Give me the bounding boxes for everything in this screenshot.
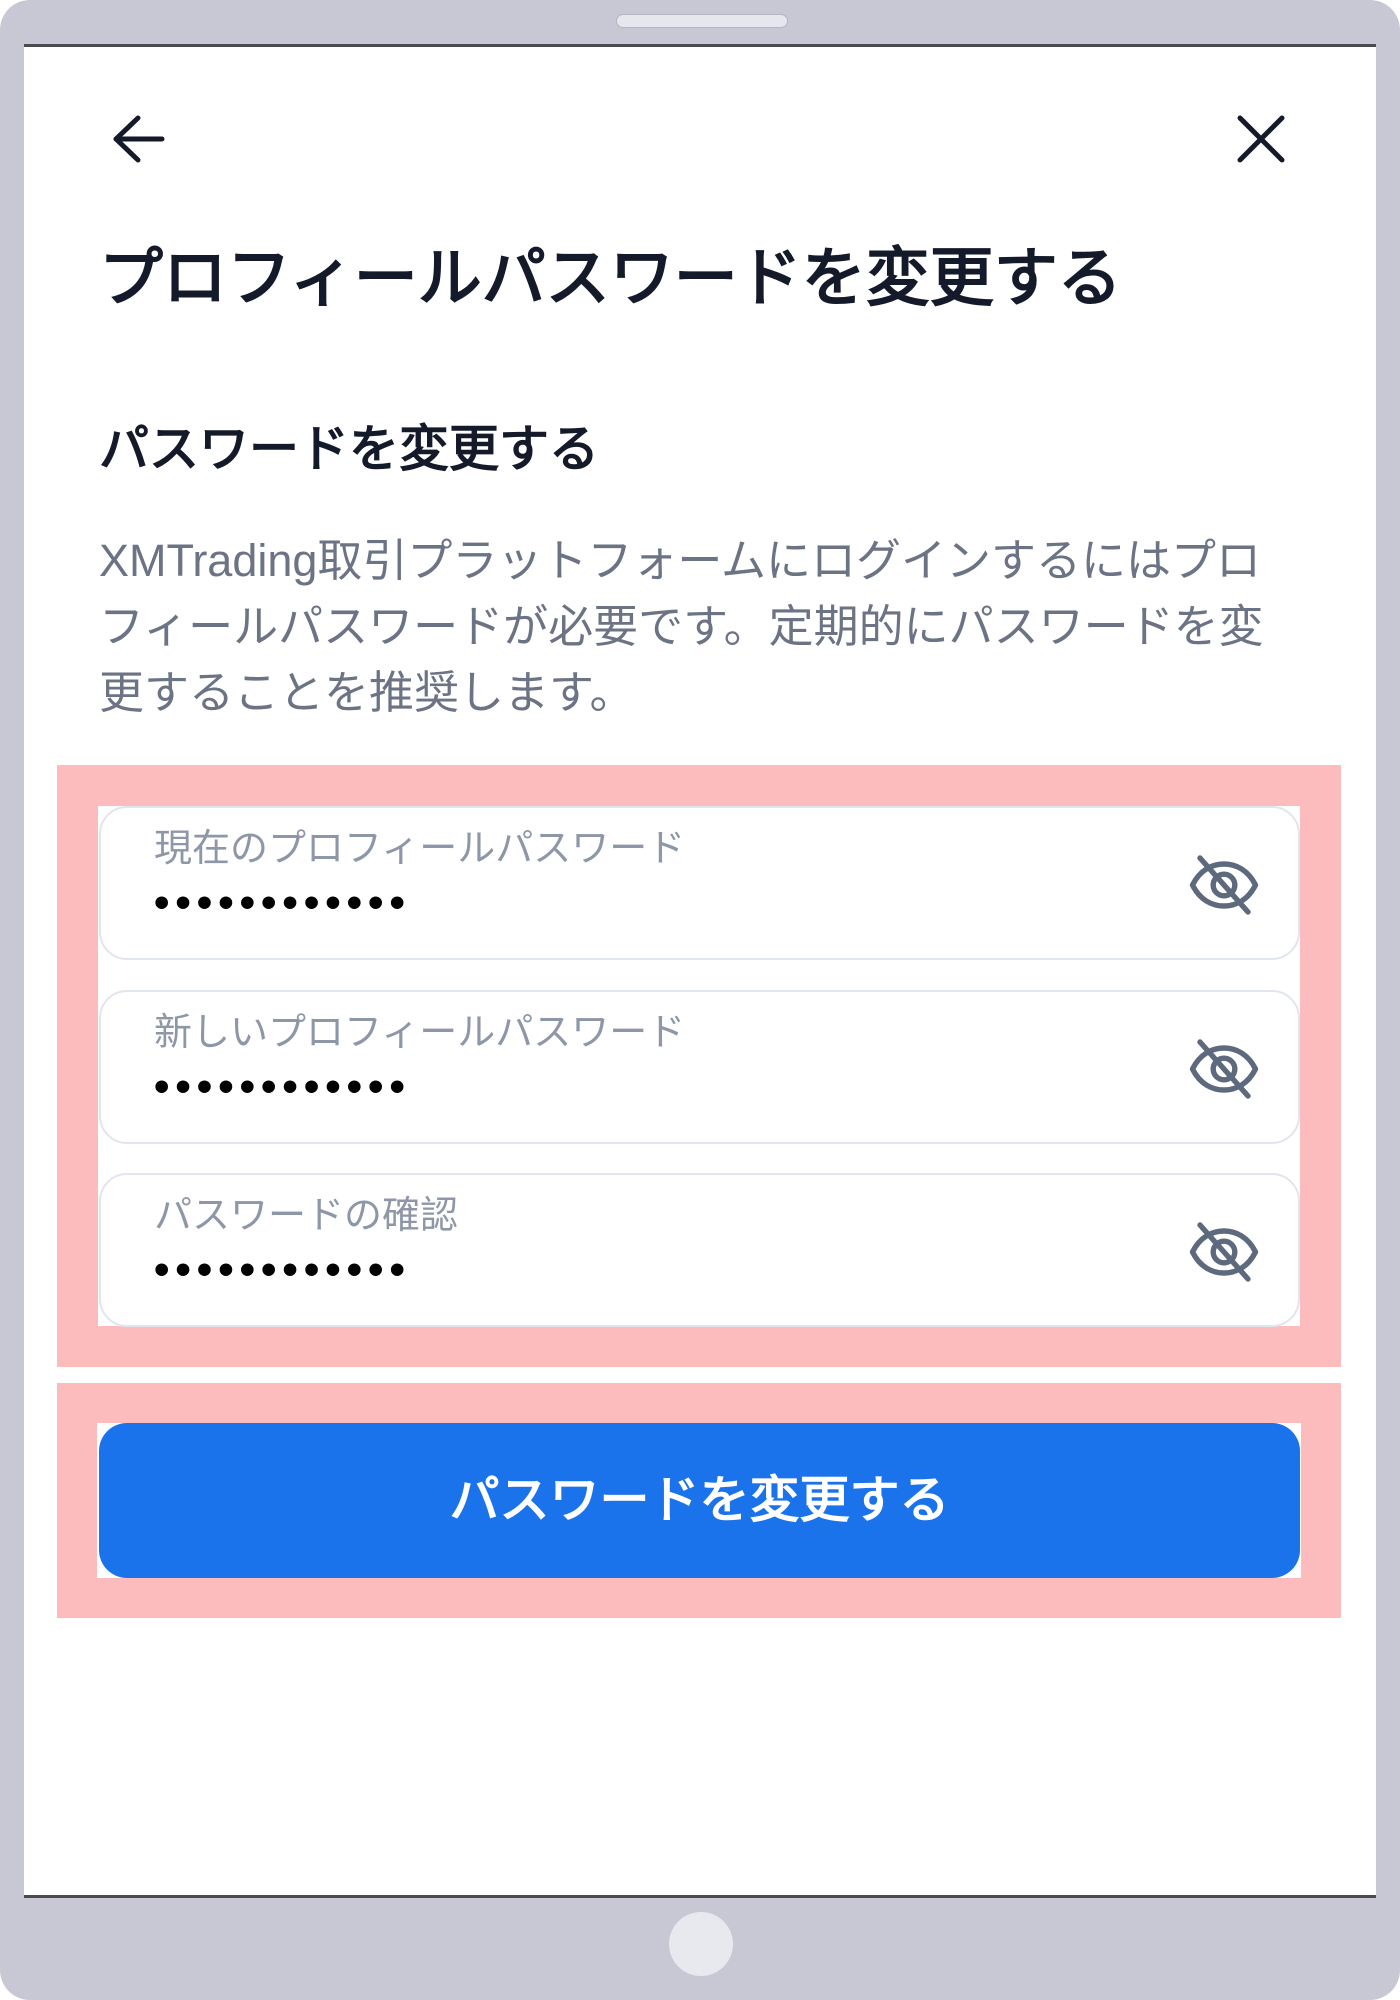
confirm-password-input[interactable]: •••••••••••• <box>154 1248 411 1292</box>
current-password-field[interactable]: 現在のプロフィールパスワード •••••••••••• <box>99 806 1300 960</box>
new-password-input[interactable]: •••••••••••• <box>154 1065 411 1109</box>
new-password-field[interactable]: 新しいプロフィールパスワード •••••••••••• <box>99 990 1300 1144</box>
new-password-visibility-toggle[interactable] <box>1188 1036 1260 1102</box>
arrow-left-icon <box>113 115 165 163</box>
eye-off-icon <box>1189 1039 1259 1099</box>
eye-off-icon <box>1189 1222 1259 1282</box>
confirm-password-label: パスワードの確認 <box>154 1195 459 1237</box>
device-home-button[interactable] <box>669 1912 733 1976</box>
description-line: XMTrading取引プラットフォームにログインするにはプロ <box>99 535 1262 586</box>
section-description: XMTrading取引プラットフォームにログインするにはプロ フィールパスワード… <box>99 528 1319 726</box>
eye-off-icon <box>1189 855 1259 915</box>
current-password-visibility-toggle[interactable] <box>1188 852 1260 918</box>
confirm-password-field[interactable]: パスワードの確認 •••••••••••• <box>99 1173 1300 1327</box>
close-button[interactable] <box>1235 114 1287 164</box>
new-password-label: 新しいプロフィールパスワード <box>154 1012 686 1054</box>
current-password-label: 現在のプロフィールパスワード <box>154 828 686 870</box>
back-button[interactable] <box>110 113 166 165</box>
confirm-password-visibility-toggle[interactable] <box>1188 1219 1260 1285</box>
device-speaker <box>616 14 788 28</box>
section-heading: パスワードを変更する <box>99 421 599 477</box>
description-line: 更することを推奨します。 <box>99 667 635 718</box>
change-password-button[interactable]: パスワードを変更する <box>99 1423 1300 1578</box>
page-title: プロフィールパスワードを変更する <box>99 242 1122 314</box>
current-password-input[interactable]: •••••••••••• <box>154 881 411 925</box>
close-icon <box>1237 115 1285 163</box>
description-line: フィールパスワードが必要です。定期的にパスワードを変 <box>99 601 1264 652</box>
